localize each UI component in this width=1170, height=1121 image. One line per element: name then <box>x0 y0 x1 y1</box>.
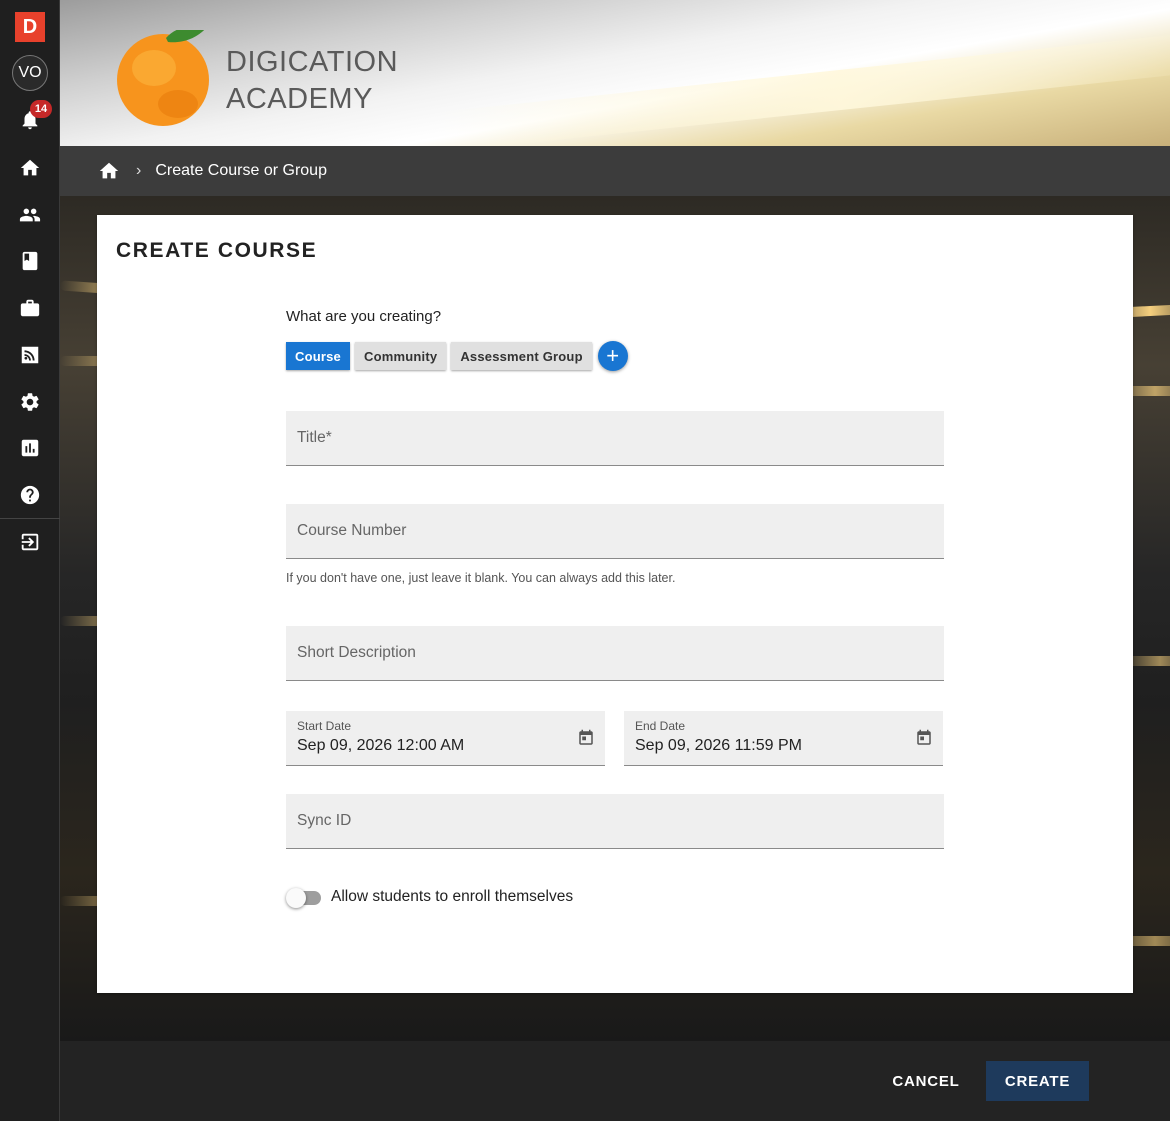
avatar[interactable]: VO <box>12 55 48 91</box>
rss-feed-icon <box>21 346 39 364</box>
title-placeholder: Title* <box>297 429 332 446</box>
calendar-icon[interactable] <box>577 729 595 747</box>
sidebar-divider <box>0 518 60 519</box>
sync-id-field[interactable]: Sync ID <box>286 794 944 849</box>
briefcase-icon <box>20 299 40 317</box>
book-icon <box>22 251 38 271</box>
create-button[interactable]: CREATE <box>986 1061 1089 1101</box>
page-title: CREATE COURSE <box>116 239 318 262</box>
breadcrumb-current: Create Course or Group <box>155 162 327 179</box>
type-selector: Course Community Assessment Group + <box>286 341 628 371</box>
self-enroll-toggle[interactable] <box>286 888 322 908</box>
sidebar-item-reports[interactable] <box>0 428 60 468</box>
notification-badge: 14 <box>30 100 52 118</box>
calendar-icon[interactable] <box>915 729 933 747</box>
start-date-field[interactable]: Start Date Sep 09, 2026 12:00 AM <box>286 711 605 766</box>
people-icon <box>19 208 41 222</box>
short-description-field[interactable]: Short Description <box>286 626 944 681</box>
app-logo[interactable]: D <box>15 12 45 42</box>
logout-button[interactable] <box>0 522 60 562</box>
banner-light-streak <box>440 28 1170 146</box>
header-banner: DIGICATION ACADEMY <box>60 0 1170 146</box>
breadcrumb: › Create Course or Group <box>60 146 1170 196</box>
sidebar-item-feed[interactable] <box>0 335 60 375</box>
start-date-label: Start Date <box>297 719 352 733</box>
short-description-placeholder: Short Description <box>297 644 416 661</box>
home-icon <box>20 159 40 176</box>
add-type-button[interactable]: + <box>597 341 628 371</box>
sidebar: D VO 14 <box>0 0 60 1121</box>
bar-chart-icon <box>21 439 39 457</box>
sidebar-item-portfolio[interactable] <box>0 288 60 328</box>
action-footer: CANCEL CREATE <box>60 1041 1170 1121</box>
course-number-helper-text: If you don't have one, just leave it bla… <box>286 571 676 585</box>
academy-name: DIGICATION ACADEMY <box>226 44 398 118</box>
toggle-thumb <box>286 888 306 908</box>
course-number-placeholder: Course Number <box>297 522 407 539</box>
cancel-button[interactable]: CANCEL <box>878 1061 974 1101</box>
sidebar-item-courses[interactable] <box>0 241 60 281</box>
self-enroll-label: Allow students to enroll themselves <box>331 888 574 905</box>
type-question-label: What are you creating? <box>286 308 442 325</box>
gear-icon <box>21 393 39 411</box>
orange-logo[interactable] <box>116 30 216 130</box>
sidebar-item-people[interactable] <box>0 195 60 235</box>
logout-icon <box>21 533 39 551</box>
title-field[interactable]: Title* <box>286 411 944 466</box>
chevron-right-icon: › <box>136 162 142 179</box>
end-date-value: Sep 09, 2026 11:59 PM <box>635 737 802 754</box>
type-community-button[interactable]: Community <box>355 342 447 370</box>
type-assessment-group-button[interactable]: Assessment Group <box>451 342 592 370</box>
sync-id-placeholder: Sync ID <box>297 812 352 829</box>
start-date-value: Sep 09, 2026 12:00 AM <box>297 737 465 754</box>
end-date-field[interactable]: End Date Sep 09, 2026 11:59 PM <box>624 711 943 766</box>
sidebar-item-home[interactable] <box>0 148 60 188</box>
sidebar-item-settings[interactable] <box>0 382 60 422</box>
sidebar-item-help[interactable] <box>0 475 60 515</box>
home-icon[interactable] <box>98 160 120 182</box>
create-course-card: CREATE COURSE What are you creating? Cou… <box>97 215 1133 993</box>
academy-name-line1: DIGICATION <box>226 46 399 78</box>
end-date-label: End Date <box>635 719 686 733</box>
course-number-field[interactable]: Course Number <box>286 504 944 559</box>
academy-name-line2: ACADEMY <box>226 83 373 115</box>
help-icon <box>20 485 40 505</box>
type-course-button[interactable]: Course <box>286 342 350 370</box>
